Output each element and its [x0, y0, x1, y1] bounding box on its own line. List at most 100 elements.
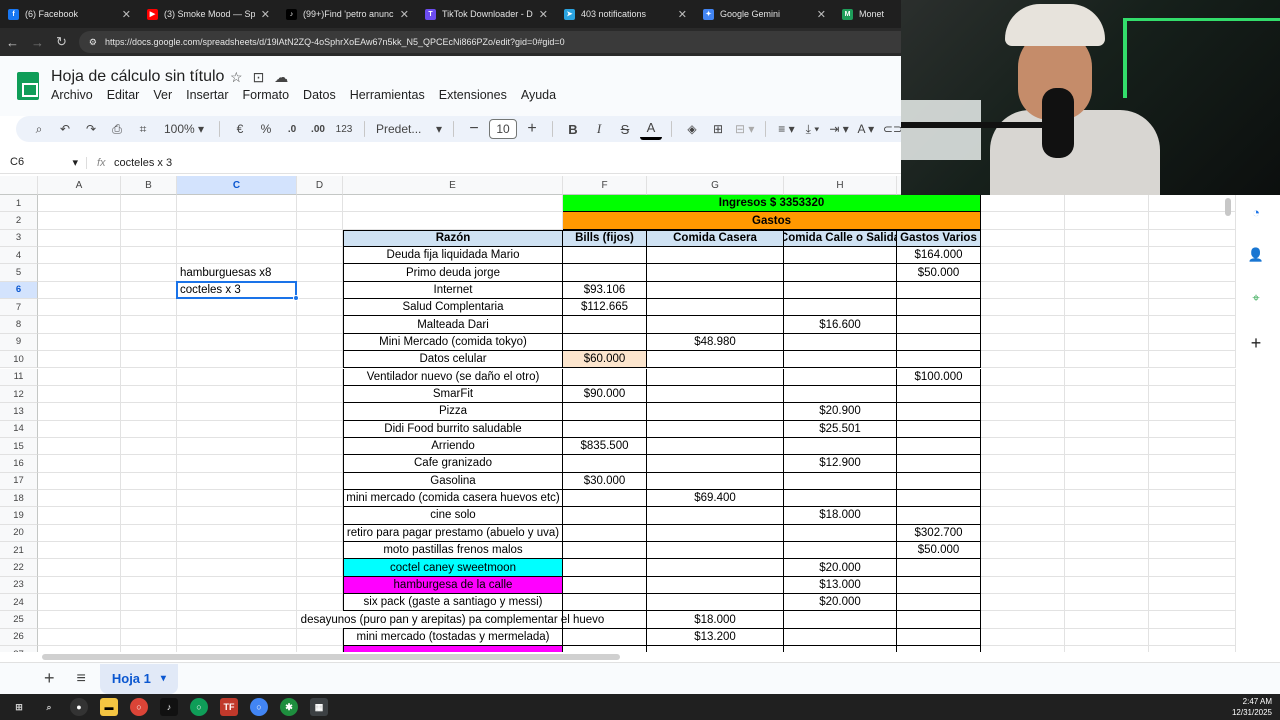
grid-cell[interactable] [177, 212, 297, 230]
column-header[interactable]: A [38, 176, 121, 195]
chrome-profile-icon[interactable]: ○ [190, 698, 208, 716]
font-size-decrease-icon[interactable]: − [463, 118, 485, 140]
fill-color-icon[interactable]: ◈ [681, 118, 703, 140]
document-title[interactable]: Hoja de cálculo sin título [51, 68, 224, 86]
close-tab-icon[interactable]: ✕ [539, 8, 548, 21]
grid-cell[interactable] [297, 628, 343, 647]
grid-cell[interactable] [1065, 351, 1149, 369]
expense-amount-cell[interactable] [563, 368, 647, 386]
grid-cell[interactable] [297, 507, 343, 525]
grid-cell[interactable] [38, 195, 121, 213]
expense-amount-cell[interactable] [784, 524, 897, 542]
grid-cell[interactable] [121, 368, 177, 386]
grid-cell[interactable] [177, 628, 297, 647]
expense-amount-cell[interactable] [563, 559, 647, 577]
grid-cell[interactable] [1065, 455, 1149, 473]
grid-cell[interactable] [297, 351, 343, 369]
expense-reason-cell[interactable]: desayunos (puro pan y arepitas) pa compl… [301, 611, 604, 629]
expense-amount-cell[interactable] [784, 542, 897, 560]
grid-cell[interactable] [177, 455, 297, 473]
grid-cell[interactable] [121, 385, 177, 404]
grid-cell[interactable] [1065, 299, 1149, 317]
expense-amount-cell[interactable] [784, 385, 897, 404]
selected-cell[interactable]: cocteles x 3 [177, 281, 297, 300]
expense-amount-cell[interactable]: $30.000 [563, 472, 647, 490]
grid-cell[interactable] [38, 281, 121, 300]
expense-amount-cell[interactable] [563, 333, 647, 352]
grid-cell[interactable] [1065, 368, 1149, 386]
row-header[interactable]: 11 [0, 368, 38, 386]
column-header[interactable]: H [784, 176, 897, 195]
grid-cell[interactable] [38, 316, 121, 334]
grid-cell[interactable] [177, 594, 297, 612]
grid-cell[interactable] [981, 351, 1065, 369]
expense-reason-cell[interactable]: Deuda fija liquidada Mario [343, 247, 563, 265]
obs-icon[interactable]: ● [70, 698, 88, 716]
expense-amount-cell[interactable] [563, 420, 647, 438]
grid-cell[interactable] [121, 559, 177, 577]
grid-cell[interactable] [1149, 611, 1236, 629]
menu-item[interactable]: Ver [153, 88, 172, 102]
currency-format-button[interactable]: € [229, 118, 251, 140]
formula-input[interactable]: cocteles x 3 [114, 157, 172, 169]
reload-icon[interactable]: ↻ [56, 34, 67, 50]
app-green-icon[interactable]: ✱ [280, 698, 298, 716]
grid-cell[interactable] [38, 247, 121, 265]
expense-reason-cell[interactable]: six pack (gaste a santiago y messi) [343, 594, 563, 612]
grid-cell[interactable] [38, 229, 121, 248]
browser-tab[interactable]: ✦ Google Gemini ✕ [695, 0, 834, 28]
grid-cell[interactable] [1149, 420, 1236, 438]
expense-amount-cell[interactable] [784, 437, 897, 456]
back-icon[interactable]: ← [6, 35, 19, 50]
expense-amount-cell[interactable] [563, 264, 647, 282]
grid-cell[interactable] [981, 437, 1065, 456]
grid-cell[interactable] [981, 455, 1065, 473]
expense-reason-cell[interactable]: coctel caney sweetmoon [343, 559, 563, 577]
grid-cell[interactable] [1065, 524, 1149, 542]
grid-cell[interactable] [177, 247, 297, 265]
expense-amount-cell[interactable] [647, 420, 784, 438]
chrome-alt-icon[interactable]: ○ [250, 698, 268, 716]
grid-cell[interactable] [38, 611, 121, 629]
grid-cell[interactable] [1065, 247, 1149, 265]
grid-cell[interactable] [1149, 281, 1236, 300]
grid-cell[interactable] [981, 559, 1065, 577]
grid-cell[interactable] [1065, 542, 1149, 560]
grid-cell[interactable] [981, 403, 1065, 421]
grid-cell[interactable] [981, 489, 1065, 508]
expense-amount-cell[interactable]: $12.900 [784, 455, 897, 473]
expense-amount-cell[interactable] [647, 455, 784, 473]
strikethrough-icon[interactable]: S [614, 118, 636, 140]
expense-amount-cell[interactable] [897, 316, 981, 334]
expense-amount-cell[interactable] [897, 489, 981, 508]
grid-cell[interactable] [297, 489, 343, 508]
grid-cell[interactable] [1065, 559, 1149, 577]
expense-amount-cell[interactable]: $16.600 [784, 316, 897, 334]
grid-cell[interactable] [177, 437, 297, 456]
grid-cell[interactable] [177, 333, 297, 352]
row-header[interactable]: 16 [0, 455, 38, 473]
number-format-button[interactable]: 123 [333, 118, 355, 140]
menu-item[interactable]: Datos [303, 88, 336, 102]
expense-reason-cell[interactable]: Arriendo [343, 437, 563, 456]
text-rotation-icon[interactable]: A ▾ [855, 118, 877, 140]
grid-cell[interactable] [297, 403, 343, 421]
font-family-select[interactable]: Predet... ▾ [374, 118, 444, 140]
grid-cell[interactable] [177, 195, 297, 213]
browser-tab[interactable]: f (6) Facebook ✕ [0, 0, 139, 28]
expense-amount-cell[interactable] [784, 351, 897, 369]
grid-cell[interactable] [1149, 333, 1236, 352]
expense-amount-cell[interactable] [897, 576, 981, 595]
grid-cell[interactable] [38, 385, 121, 404]
grid-cell[interactable] [38, 264, 121, 282]
grid-cell[interactable] [1065, 420, 1149, 438]
search-icon[interactable]: ⌕ [40, 698, 58, 716]
grid-cell[interactable] [121, 542, 177, 560]
expense-amount-cell[interactable] [647, 576, 784, 595]
close-tab-icon[interactable]: ✕ [400, 8, 409, 21]
text-color-icon[interactable]: A [640, 118, 662, 140]
expense-amount-cell[interactable] [784, 628, 897, 647]
grid-cell[interactable] [981, 594, 1065, 612]
grid-cell[interactable] [1065, 403, 1149, 421]
grid-cell[interactable] [121, 420, 177, 438]
